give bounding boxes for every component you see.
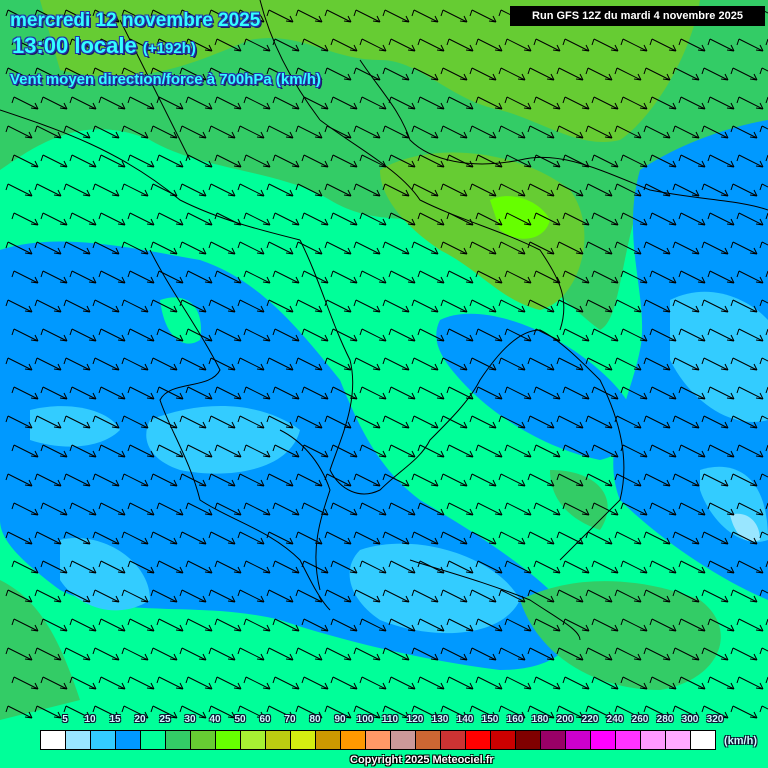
color-legend — [40, 730, 716, 750]
forecast-lead-time: (+192h) — [142, 40, 196, 57]
legend-swatch — [241, 731, 266, 749]
legend-label: 180 — [531, 714, 549, 725]
legend-swatch — [566, 731, 591, 749]
legend-label: 40 — [209, 714, 221, 725]
legend-label: 100 — [356, 714, 374, 725]
legend-label: 150 — [481, 714, 499, 725]
legend-swatch — [341, 731, 366, 749]
legend-swatch — [591, 731, 616, 749]
legend-label: 30 — [184, 714, 196, 725]
legend-label: 140 — [456, 714, 474, 725]
model-run-label: Run GFS 12Z du mardi 4 novembre 2025 — [510, 6, 765, 26]
weather-map-view: mercredi 12 novembre 2025 13:00 locale (… — [0, 0, 768, 768]
legend-swatch — [216, 731, 241, 749]
legend-swatch — [366, 731, 391, 749]
legend-label: 90 — [334, 714, 346, 725]
legend-swatch — [666, 731, 691, 749]
legend-label: 260 — [631, 714, 649, 725]
legend-swatch — [191, 731, 216, 749]
legend-label: 20 — [134, 714, 146, 725]
legend-swatch — [266, 731, 291, 749]
legend-swatch — [316, 731, 341, 749]
legend-label: 60 — [259, 714, 271, 725]
legend-label: 5 — [62, 714, 68, 725]
legend-swatch — [41, 731, 66, 749]
legend-label: 280 — [656, 714, 674, 725]
legend-label: 110 — [381, 714, 399, 725]
legend-swatch — [141, 731, 166, 749]
copyright: Copyright 2025 Meteociel.fr — [350, 754, 494, 766]
legend-label: 130 — [431, 714, 449, 725]
legend-swatch — [416, 731, 441, 749]
legend-swatch — [516, 731, 541, 749]
legend-unit: (km/h) — [724, 735, 757, 747]
forecast-time: 13:00 locale (+192h) — [12, 33, 196, 59]
legend-swatch — [466, 731, 491, 749]
legend-label: 160 — [506, 714, 524, 725]
legend-swatch — [691, 731, 715, 749]
legend-label: 220 — [581, 714, 599, 725]
legend-label: 80 — [309, 714, 321, 725]
legend-swatch — [91, 731, 116, 749]
legend-label: 25 — [159, 714, 171, 725]
legend-label: 50 — [234, 714, 246, 725]
wind-map — [0, 0, 768, 768]
legend-label: 70 — [284, 714, 296, 725]
legend-swatch — [291, 731, 316, 749]
legend-label: 320 — [706, 714, 724, 725]
parameter-title: Vent moyen direction/force à 700hPa (km/… — [10, 71, 321, 88]
legend-swatch — [491, 731, 516, 749]
legend-swatch — [66, 731, 91, 749]
legend-label: 120 — [406, 714, 424, 725]
legend-swatch — [166, 731, 191, 749]
forecast-date: mercredi 12 novembre 2025 — [10, 10, 261, 31]
wind-speed-fill — [0, 0, 768, 768]
legend-label: 200 — [556, 714, 574, 725]
forecast-local-time: 13:00 locale — [12, 33, 137, 58]
legend-swatch — [391, 731, 416, 749]
legend-swatch — [116, 731, 141, 749]
legend-label: 10 — [84, 714, 96, 725]
legend-label: 15 — [109, 714, 121, 725]
legend-label: 300 — [681, 714, 699, 725]
legend-label: 240 — [606, 714, 624, 725]
legend-swatch — [541, 731, 566, 749]
legend-swatch — [641, 731, 666, 749]
legend-swatch — [441, 731, 466, 749]
legend-swatch — [616, 731, 641, 749]
